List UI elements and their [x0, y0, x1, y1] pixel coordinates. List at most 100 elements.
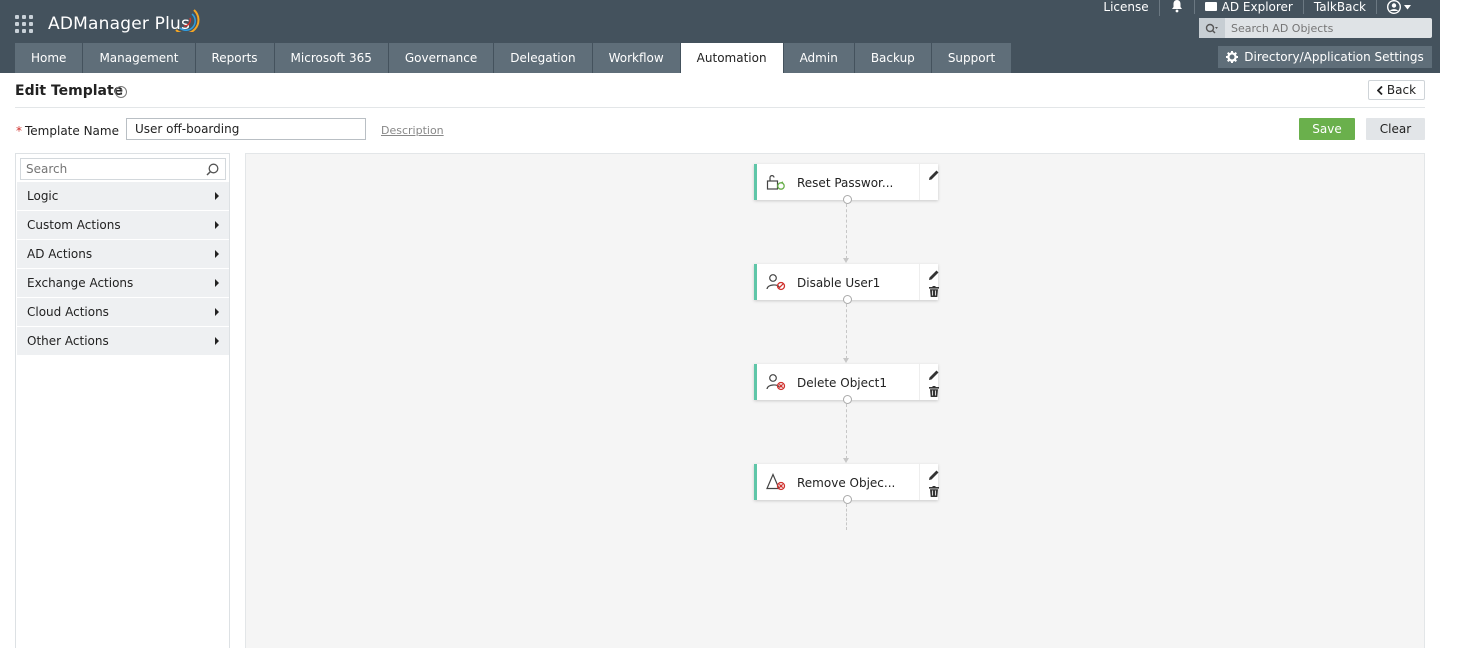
workflow-connector — [846, 404, 847, 459]
node-divider — [919, 364, 920, 400]
brand-arc-icon — [175, 9, 200, 32]
node-port[interactable] — [843, 295, 852, 304]
ad-explorer-label: AD Explorer — [1221, 0, 1293, 14]
actions-menu: Logic Custom Actions AD Actions Exchange… — [17, 182, 229, 356]
menu-item-label: Other Actions — [27, 334, 109, 348]
chevron-down-icon — [1404, 4, 1411, 9]
main-nav-tabs: Home Management Reports Microsoft 365 Go… — [15, 43, 1012, 73]
back-button[interactable]: Back — [1368, 80, 1425, 100]
tab-governance[interactable]: Governance — [388, 43, 494, 73]
trash-icon[interactable] — [929, 286, 939, 297]
brand-logo-text: ADManager Plus — [48, 14, 191, 34]
user-delete-icon — [766, 374, 786, 391]
page-title: Edit Template — [15, 83, 124, 99]
arrow-down-icon — [843, 258, 849, 263]
node-divider — [919, 464, 920, 500]
title-divider — [15, 107, 1425, 108]
node-label: Reset Passwor... — [797, 176, 894, 190]
menu-item-label: Custom Actions — [27, 218, 121, 232]
edit-icon[interactable] — [928, 169, 940, 181]
help-icon[interactable]: ? — [115, 86, 127, 98]
tab-home[interactable]: Home — [15, 43, 83, 73]
edit-icon[interactable] — [928, 369, 940, 381]
node-label: Remove Objec... — [797, 476, 896, 490]
menu-item-cloud-actions[interactable]: Cloud Actions — [17, 298, 229, 327]
trash-icon[interactable] — [929, 386, 939, 397]
gear-icon — [1226, 51, 1239, 63]
node-label: Disable User1 — [797, 276, 881, 290]
directory-settings-button[interactable]: Directory/Application Settings — [1218, 46, 1432, 68]
menu-item-ad-actions[interactable]: AD Actions — [17, 240, 229, 269]
unlock-icon — [766, 175, 785, 190]
user-avatar-icon — [1387, 0, 1401, 14]
bell-icon — [1171, 0, 1182, 12]
tab-workflow[interactable]: Workflow — [592, 43, 680, 73]
menu-item-exchange-actions[interactable]: Exchange Actions — [17, 269, 229, 298]
node-divider — [919, 164, 920, 200]
tab-delegation[interactable]: Delegation — [494, 43, 592, 73]
license-link[interactable]: License — [1093, 0, 1158, 14]
back-label: Back — [1386, 83, 1417, 97]
ad-explorer-link[interactable]: AD Explorer — [1193, 0, 1303, 14]
edit-icon[interactable] — [928, 469, 940, 481]
menu-item-label: Logic — [27, 189, 59, 203]
arrow-down-icon — [843, 358, 849, 363]
tab-reports[interactable]: Reports — [195, 43, 274, 73]
search-icon — [206, 163, 219, 176]
top-links: License AD Explorer TalkBack — [1093, 0, 1421, 16]
tab-microsoft-365[interactable]: Microsoft 365 — [274, 43, 388, 73]
workflow-canvas[interactable] — [245, 153, 1425, 648]
remove-object-icon — [766, 473, 786, 491]
page-scrollbar[interactable] — [1440, 0, 1459, 648]
workflow-connector — [846, 304, 847, 359]
chevron-left-icon — [1376, 85, 1383, 95]
edit-icon[interactable] — [928, 269, 940, 281]
node-port[interactable] — [843, 195, 852, 204]
app-grid-icon[interactable] — [15, 15, 33, 33]
ad-search-box[interactable] — [1199, 18, 1432, 38]
menu-item-custom-actions[interactable]: Custom Actions — [17, 211, 229, 240]
workflow-connector — [846, 504, 847, 530]
menu-item-logic[interactable]: Logic — [17, 182, 229, 211]
user-menu[interactable] — [1376, 0, 1421, 14]
tab-automation[interactable]: Automation — [680, 43, 783, 73]
save-button[interactable]: Save — [1299, 118, 1355, 140]
actions-search-input[interactable] — [21, 162, 201, 176]
actions-search-box[interactable] — [20, 158, 226, 180]
template-name-input[interactable] — [126, 118, 366, 140]
menu-item-label: Cloud Actions — [27, 305, 109, 319]
actions-panel: Logic Custom Actions AD Actions Exchange… — [15, 153, 230, 648]
node-port[interactable] — [843, 395, 852, 404]
clear-button[interactable]: Clear — [1366, 118, 1425, 140]
workflow-node-reset-password[interactable]: Reset Passwor... — [754, 164, 940, 204]
menu-item-label: Exchange Actions — [27, 276, 134, 290]
workflow-node-delete-object[interactable]: Delete Object1 — [754, 364, 940, 404]
node-label: Delete Object1 — [797, 376, 887, 390]
ad-search-input[interactable] — [1225, 21, 1425, 35]
caret-right-icon — [215, 337, 219, 345]
workflow-node-disable-user[interactable]: Disable User1 — [754, 264, 940, 304]
description-link[interactable]: Description — [381, 124, 444, 137]
caret-right-icon — [215, 279, 219, 287]
notifications-button[interactable] — [1158, 0, 1194, 16]
workflow-connector — [846, 204, 847, 259]
trash-icon[interactable] — [929, 486, 939, 497]
caret-right-icon — [215, 250, 219, 258]
caret-right-icon — [215, 192, 219, 200]
user-disable-icon — [766, 274, 786, 291]
talkback-link[interactable]: TalkBack — [1302, 0, 1376, 14]
required-marker: * — [16, 124, 22, 138]
workflow-node-remove-object[interactable]: Remove Objec... — [754, 464, 940, 504]
directory-settings-label: Directory/Application Settings — [1244, 50, 1424, 64]
node-port[interactable] — [843, 495, 852, 504]
app-header: ADManager Plus License AD Explorer TalkB… — [0, 0, 1440, 73]
folder-icon — [1204, 2, 1217, 11]
tab-management[interactable]: Management — [83, 43, 195, 73]
caret-right-icon — [215, 221, 219, 229]
menu-item-label: AD Actions — [27, 247, 93, 261]
tab-backup[interactable]: Backup — [854, 43, 931, 73]
menu-item-other-actions[interactable]: Other Actions — [17, 327, 229, 356]
caret-right-icon — [215, 308, 219, 316]
tab-admin[interactable]: Admin — [783, 43, 854, 73]
tab-support[interactable]: Support — [931, 43, 1012, 73]
